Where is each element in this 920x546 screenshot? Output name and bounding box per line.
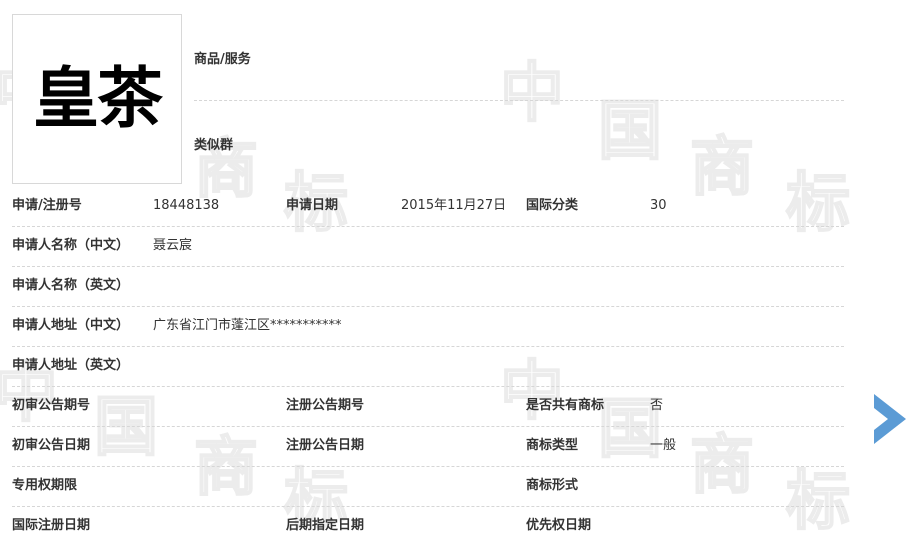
next-arrow-icon[interactable] bbox=[872, 394, 908, 444]
exclusive-period-label: 专用权期限 bbox=[12, 478, 78, 493]
priority-date-label: 优先权日期 bbox=[526, 518, 592, 533]
detail-row-applicant-en: 申请人名称（英文） bbox=[12, 266, 844, 306]
apply-date-label: 申请日期 bbox=[286, 198, 339, 213]
trademark-image: 皇茶 bbox=[12, 14, 182, 184]
intl-class-value: 30 bbox=[650, 198, 667, 213]
reg-pub-no-label: 注册公告期号 bbox=[286, 398, 365, 413]
address-cn-label: 申请人地址（中文） bbox=[12, 318, 130, 333]
detail-row-exclusive: 专用权期限 商标形式 bbox=[12, 466, 844, 506]
tm-form-label: 商标形式 bbox=[526, 478, 579, 493]
shared-label: 是否共有商标 bbox=[526, 398, 605, 413]
reg-no-label: 申请/注册号 bbox=[12, 198, 82, 213]
prelim-pub-no-label: 初审公告期号 bbox=[12, 398, 91, 413]
detail-row-address-en: 申请人地址（英文） bbox=[12, 346, 844, 386]
detail-row-address-cn: 申请人地址（中文） 广东省江门市蓬江区*********** bbox=[12, 306, 844, 346]
goods-services-label: 商品/服务 bbox=[194, 52, 251, 67]
applicant-cn-value: 聂云宸 bbox=[153, 238, 193, 253]
divider bbox=[194, 100, 844, 101]
intl-class-label: 国际分类 bbox=[526, 198, 579, 213]
address-cn-value: 广东省江门市蓬江区*********** bbox=[153, 318, 342, 333]
prelim-pub-date-label: 初审公告日期 bbox=[12, 438, 91, 453]
shared-value: 否 bbox=[650, 398, 664, 413]
similar-group-row: 类似群 bbox=[194, 134, 844, 153]
detail-row-registration: 申请/注册号 18448138 申请日期 2015年11月27日 国际分类 30 bbox=[12, 186, 844, 226]
intl-reg-date-label: 国际注册日期 bbox=[12, 518, 91, 533]
watermark-char: 中 bbox=[499, 57, 565, 131]
later-designation-label: 后期指定日期 bbox=[286, 518, 365, 533]
reg-pub-date-label: 注册公告日期 bbox=[286, 438, 365, 453]
similar-group-label: 类似群 bbox=[194, 138, 234, 153]
goods-services-row: 商品/服务 bbox=[194, 48, 844, 67]
tm-type-value: 一般 bbox=[650, 438, 677, 453]
applicant-cn-label: 申请人名称（中文） bbox=[12, 238, 130, 253]
applicant-en-label: 申请人名称（英文） bbox=[12, 278, 130, 293]
reg-no-value: 18448138 bbox=[153, 198, 220, 213]
detail-row-dates: 国际注册日期 后期指定日期 优先权日期 bbox=[12, 506, 844, 546]
apply-date-value: 2015年11月27日 bbox=[401, 198, 507, 213]
trademark-logo-text: 皇茶 bbox=[33, 60, 163, 137]
address-en-label: 申请人地址（英文） bbox=[12, 358, 130, 373]
tm-type-label: 商标类型 bbox=[526, 438, 579, 453]
detail-row-pub-date: 初审公告日期 注册公告日期 商标类型 一般 bbox=[12, 426, 844, 466]
watermark-char: 国 bbox=[597, 95, 663, 169]
detail-row-pub-no: 初审公告期号 注册公告期号 是否共有商标 否 bbox=[12, 386, 844, 426]
detail-row-applicant-cn: 申请人名称（中文） 聂云宸 bbox=[12, 226, 844, 266]
